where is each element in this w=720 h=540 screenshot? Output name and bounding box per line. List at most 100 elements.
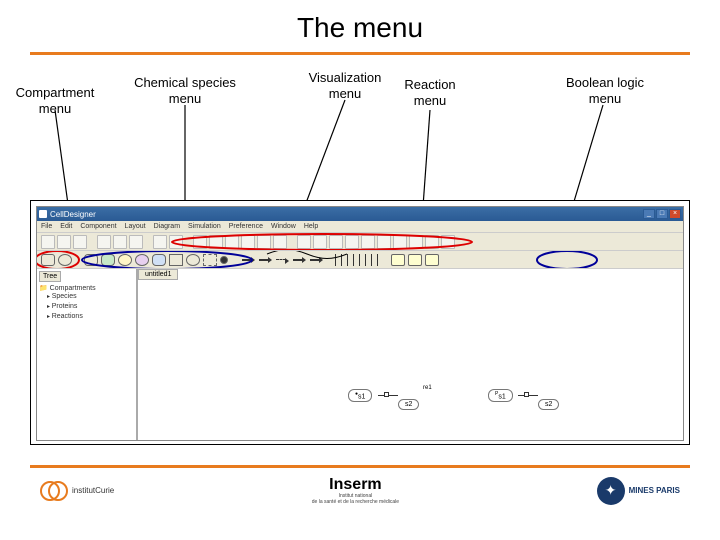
reaction-arrow-icon[interactable]	[259, 259, 269, 261]
tb-icon[interactable]	[329, 235, 343, 249]
tb-icon[interactable]	[225, 235, 239, 249]
tb-icon[interactable]	[361, 235, 375, 249]
tree-root[interactable]: 📁 Compartments	[39, 284, 134, 292]
tb-icon[interactable]	[241, 235, 255, 249]
catalysis-icon[interactable]	[335, 254, 336, 266]
tb-icon[interactable]	[393, 235, 407, 249]
label-chemical: Chemical speciesmenu	[130, 75, 240, 106]
modulation-icon[interactable]	[371, 254, 372, 266]
logo-mines: ✦ MINES PARIS	[597, 477, 680, 505]
species-icon[interactable]	[203, 254, 217, 266]
workspace: Tree 📁 Compartments Species Proteins Rea…	[37, 269, 683, 440]
menu-layout[interactable]: Layout	[125, 223, 146, 230]
compartment-icon[interactable]	[41, 254, 55, 266]
tb-new-icon[interactable]	[41, 235, 55, 249]
modulation-icon[interactable]	[377, 254, 378, 266]
tb-copy-icon[interactable]	[113, 235, 127, 249]
app-title: CellDesigner	[50, 210, 96, 219]
reaction-box[interactable]	[384, 392, 389, 397]
title-underline	[30, 52, 690, 55]
trigger-icon[interactable]	[353, 254, 354, 266]
species-icon[interactable]	[169, 254, 183, 266]
modulation-icon[interactable]	[347, 254, 348, 266]
species-deg-icon[interactable]	[220, 256, 228, 264]
footer: institutCurie Inserm Institut nationalde…	[0, 465, 720, 540]
tree-tab[interactable]: Tree	[39, 271, 61, 282]
tb-icon[interactable]	[209, 235, 223, 249]
label-boolean: Boolean logicmenu	[555, 75, 655, 106]
tb-icon[interactable]	[193, 235, 207, 249]
slide-title: The menu	[0, 0, 720, 52]
menu-component[interactable]: Component	[80, 223, 116, 230]
menubar: File Edit Component Layout Diagram Simul…	[37, 221, 683, 233]
reaction-label: re1	[423, 385, 432, 391]
tb-paste-icon[interactable]	[129, 235, 143, 249]
node-s2b[interactable]: s2	[538, 399, 559, 410]
menu-help[interactable]: Help	[304, 223, 318, 230]
tb-redo-icon[interactable]	[169, 235, 183, 249]
reaction-box[interactable]	[524, 392, 529, 397]
modulation-icon[interactable]	[365, 254, 366, 266]
titlebar: CellDesigner _ □ ×	[37, 207, 683, 221]
boolean-or-icon[interactable]	[408, 254, 422, 266]
species-icon[interactable]	[186, 254, 200, 266]
tb-icon[interactable]	[273, 235, 287, 249]
node-s2[interactable]: s2	[398, 399, 419, 410]
tb-icon[interactable]	[425, 235, 439, 249]
inhibition-icon[interactable]	[341, 254, 342, 266]
toolbar-main	[37, 233, 683, 251]
modulation-icon[interactable]	[359, 254, 360, 266]
tb-icon[interactable]	[377, 235, 391, 249]
tb-icon[interactable]	[409, 235, 423, 249]
reaction-arrow-icon[interactable]	[242, 259, 252, 261]
compartment-oval-icon[interactable]	[58, 254, 72, 266]
tree-item[interactable]: Reactions	[39, 312, 134, 322]
species-icon[interactable]	[101, 254, 115, 266]
tb-save-icon[interactable]	[73, 235, 87, 249]
annotations-row2	[37, 251, 683, 268]
node-s1b[interactable]: Ps1	[488, 389, 513, 402]
node-s1[interactable]: ●s1	[348, 389, 372, 402]
reaction-arrow-icon[interactable]	[293, 259, 303, 261]
tb-icon[interactable]	[257, 235, 271, 249]
maximize-button[interactable]: □	[656, 209, 668, 219]
app-icon	[39, 210, 47, 218]
menu-simulation[interactable]: Simulation	[188, 223, 221, 230]
species-icon[interactable]	[84, 254, 98, 266]
boolean-not-icon[interactable]	[425, 254, 439, 266]
screenshot-container: CellDesigner _ □ × File Edit Component L…	[30, 200, 690, 445]
reaction-arrow-icon[interactable]	[310, 259, 320, 261]
species-icon[interactable]	[135, 254, 149, 266]
species-icon[interactable]	[118, 254, 132, 266]
footer-line	[30, 465, 690, 468]
menu-preference[interactable]: Preference	[229, 223, 263, 230]
tb-icon[interactable]	[297, 235, 311, 249]
inserm-text: Inserm	[312, 476, 399, 494]
species-icon[interactable]	[152, 254, 166, 266]
tb-cut-icon[interactable]	[97, 235, 111, 249]
tb-icon[interactable]	[313, 235, 327, 249]
menu-window[interactable]: Window	[271, 223, 296, 230]
menu-diagram[interactable]: Diagram	[154, 223, 180, 230]
logo-inserm: Inserm Institut nationalde la santé et d…	[312, 476, 399, 505]
logo-curie: institutCurie	[40, 479, 114, 503]
minimize-button[interactable]: _	[643, 209, 655, 219]
menu-file[interactable]: File	[41, 223, 52, 230]
tb-undo-icon[interactable]	[153, 235, 167, 249]
reaction-dashed-icon[interactable]	[276, 259, 286, 260]
label-visualization: Visualizationmenu	[300, 70, 390, 101]
menu-edit[interactable]: Edit	[60, 223, 72, 230]
boolean-and-icon[interactable]	[391, 254, 405, 266]
app-window: CellDesigner _ □ × File Edit Component L…	[36, 206, 684, 441]
tree-item[interactable]: Species	[39, 292, 134, 302]
tree-item[interactable]: Proteins	[39, 302, 134, 312]
tree-panel: Tree 📁 Compartments Species Proteins Rea…	[37, 269, 137, 440]
tb-icon[interactable]	[441, 235, 455, 249]
close-button[interactable]: ×	[669, 209, 681, 219]
tb-open-icon[interactable]	[57, 235, 71, 249]
tb-icon[interactable]	[345, 235, 359, 249]
labels-row: Compartmentmenu Chemical speciesmenu Vis…	[0, 65, 720, 145]
canvas-area[interactable]: untitled1 ●s1 s2 re1 Ps1 s2	[137, 269, 683, 440]
curie-text: institutCurie	[72, 486, 114, 495]
canvas-tab[interactable]: untitled1	[138, 269, 178, 280]
